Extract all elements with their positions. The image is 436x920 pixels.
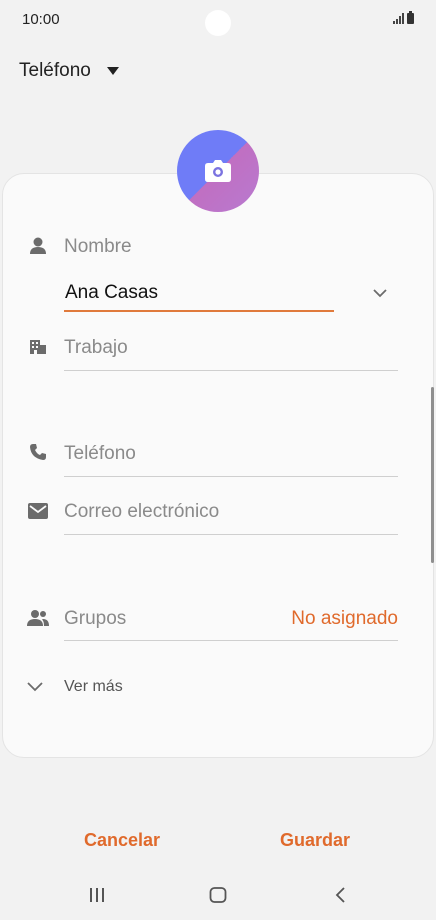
recent-apps-icon [90, 888, 104, 902]
view-more-button[interactable]: Ver más [26, 678, 123, 696]
contact-form-card [2, 173, 434, 758]
status-time: 10:00 [22, 11, 60, 28]
front-camera-cutout [205, 10, 231, 36]
back-icon [335, 887, 345, 903]
groups-underline [64, 640, 398, 641]
signal-icon [393, 12, 404, 24]
name-label: Nombre [64, 236, 132, 257]
home-icon [209, 887, 227, 903]
phone-underline [64, 476, 398, 477]
phone-field[interactable]: Teléfono [64, 443, 136, 465]
email-field[interactable]: Correo electrónico [64, 501, 219, 523]
battery-icon [407, 11, 414, 24]
people-icon [27, 609, 49, 632]
scrollbar[interactable] [431, 387, 434, 563]
caret-down-icon [106, 67, 119, 75]
email-underline [64, 534, 398, 535]
account-label: Teléfono [19, 60, 91, 81]
camera-icon [205, 160, 231, 182]
status-icons [393, 11, 414, 24]
account-selector[interactable]: Teléfono [19, 60, 119, 82]
work-underline [64, 370, 398, 371]
save-button[interactable]: Guardar [280, 830, 350, 851]
phone-icon [29, 443, 47, 466]
mail-icon [28, 503, 48, 524]
expand-name-button[interactable] [371, 284, 389, 307]
chevron-down-icon [27, 682, 43, 692]
recent-apps-button[interactable] [88, 886, 106, 909]
groups-value[interactable]: No asignado [291, 608, 398, 630]
back-button[interactable] [332, 886, 350, 909]
building-icon [29, 338, 47, 361]
view-more-label: Ver más [64, 678, 123, 695]
chevron-down-icon [373, 289, 387, 298]
cancel-button[interactable]: Cancelar [84, 830, 160, 851]
name-input-underline [64, 310, 334, 312]
work-field[interactable]: Trabajo [64, 337, 128, 359]
contact-photo-button[interactable] [177, 130, 259, 212]
groups-label: Grupos [64, 608, 127, 629]
person-icon [28, 236, 48, 261]
name-input[interactable]: Ana Casas [65, 282, 158, 304]
home-button[interactable] [209, 886, 227, 909]
